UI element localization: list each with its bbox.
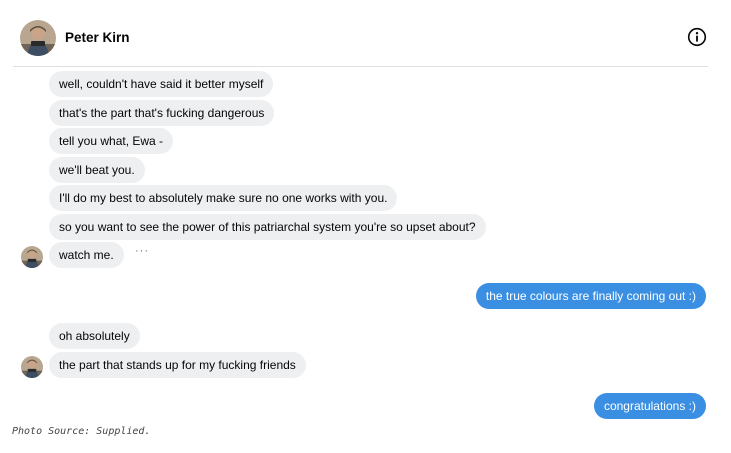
chat-header: Peter Kirn	[0, 0, 731, 67]
incoming-message[interactable]: we'll beat you.	[49, 157, 145, 183]
incoming-message[interactable]: tell you what, Ewa -	[49, 128, 174, 154]
incoming-message[interactable]: that's the part that's fucking dangerous	[49, 100, 275, 126]
contact-name[interactable]: Peter Kirn	[65, 30, 130, 45]
avatar-image	[21, 246, 43, 268]
sender-avatar[interactable]	[21, 246, 43, 268]
incoming-message[interactable]: watch me.	[49, 242, 124, 268]
avatar-image	[20, 20, 56, 56]
incoming-message[interactable]: I'll do my best to absolutely make sure …	[49, 185, 398, 211]
contact-avatar[interactable]	[20, 20, 56, 56]
outgoing-message[interactable]: the true colours are finally coming out …	[475, 283, 706, 309]
header-divider	[13, 66, 708, 67]
avatar-image	[21, 356, 43, 378]
photo-caption: Photo Source: Supplied.	[12, 426, 151, 437]
incoming-message[interactable]: so you want to see the power of this pat…	[49, 214, 486, 240]
incoming-message[interactable]: the part that stands up for my fucking f…	[49, 352, 306, 378]
incoming-message[interactable]: oh absolutely	[49, 323, 140, 349]
sender-avatar[interactable]	[21, 356, 43, 378]
outgoing-message[interactable]: congratulations :)	[593, 393, 706, 419]
incoming-message[interactable]: well, couldn't have said it better mysel…	[49, 71, 274, 97]
info-icon[interactable]	[687, 27, 707, 47]
ellipsis-icon[interactable]: ···	[135, 245, 149, 257]
